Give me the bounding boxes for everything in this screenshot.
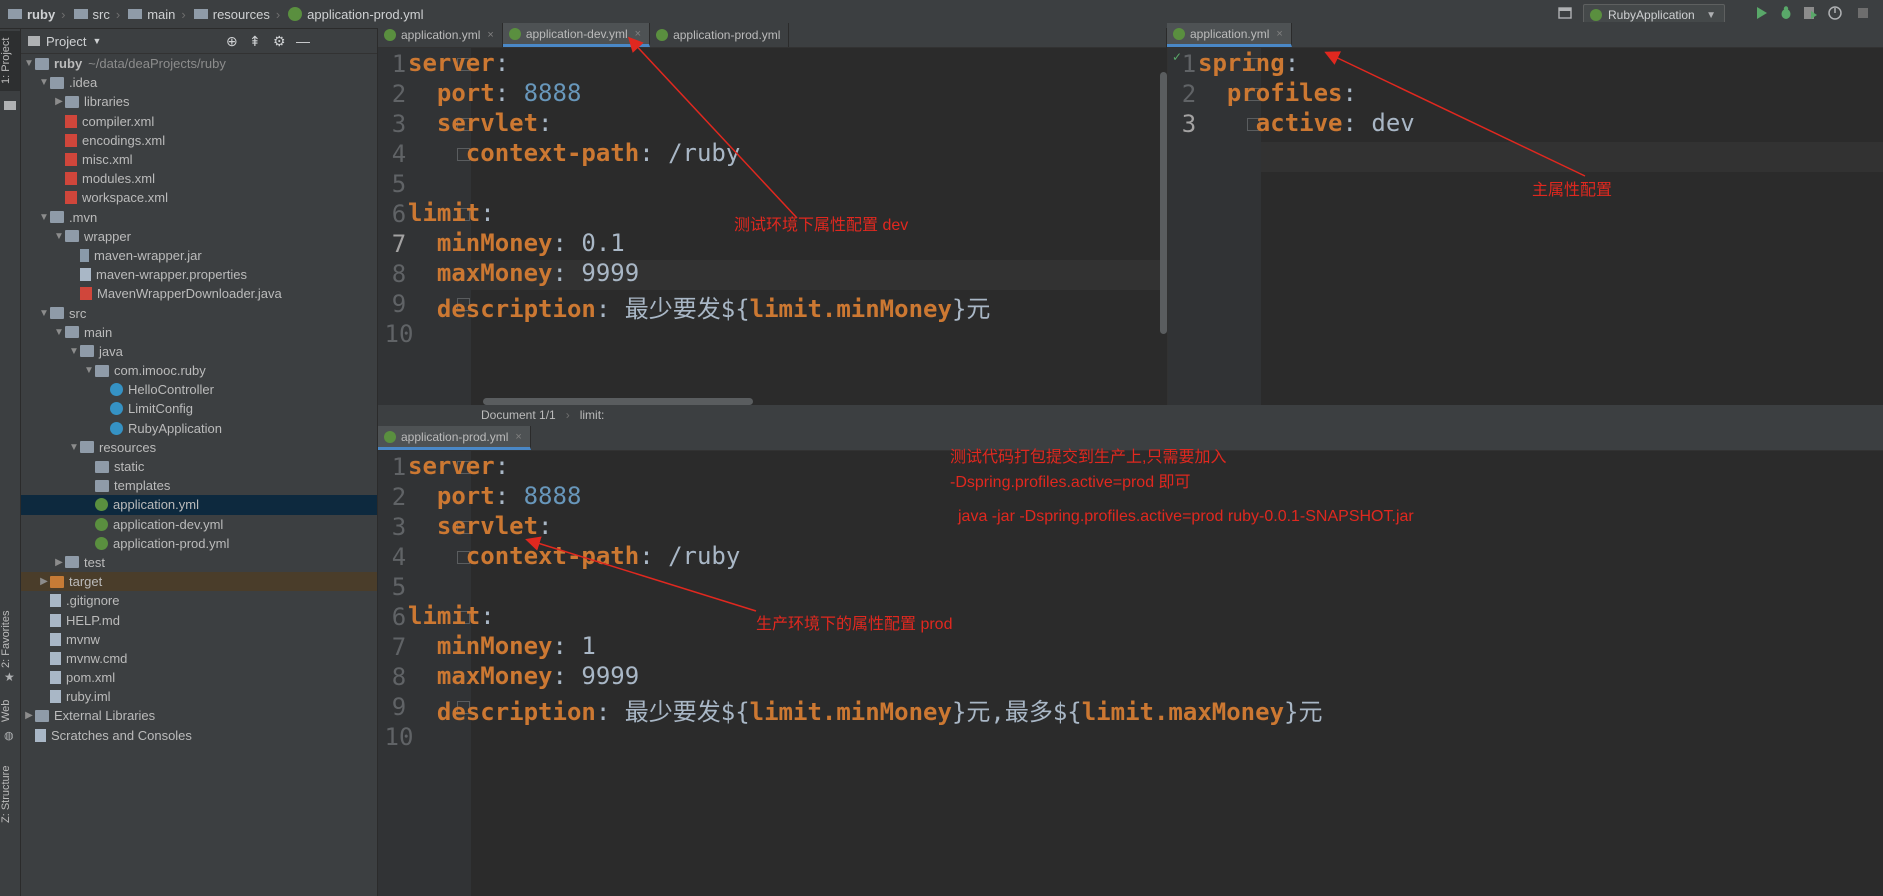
arrow-main [1324, 51, 1586, 177]
annotation-note-3: java -jar -Dspring.profiles.active=prod … [958, 508, 1414, 525]
annotation-note-2: -Dspring.profiles.active=prod 即可 [950, 474, 1191, 491]
arrow-prod [525, 536, 757, 612]
annotation-note-1: 测试代码打包提交到生产上,只需要加入 [950, 449, 1227, 466]
annotation-dev: 测试环境下属性配置 dev [734, 217, 909, 234]
annotation-arrows [525, 36, 1586, 612]
arrow-dev [627, 36, 798, 219]
annotation-prod: 生产环境下的属性配置 prod [756, 616, 953, 633]
annotation-main: 主属性配置 [1532, 182, 1613, 199]
